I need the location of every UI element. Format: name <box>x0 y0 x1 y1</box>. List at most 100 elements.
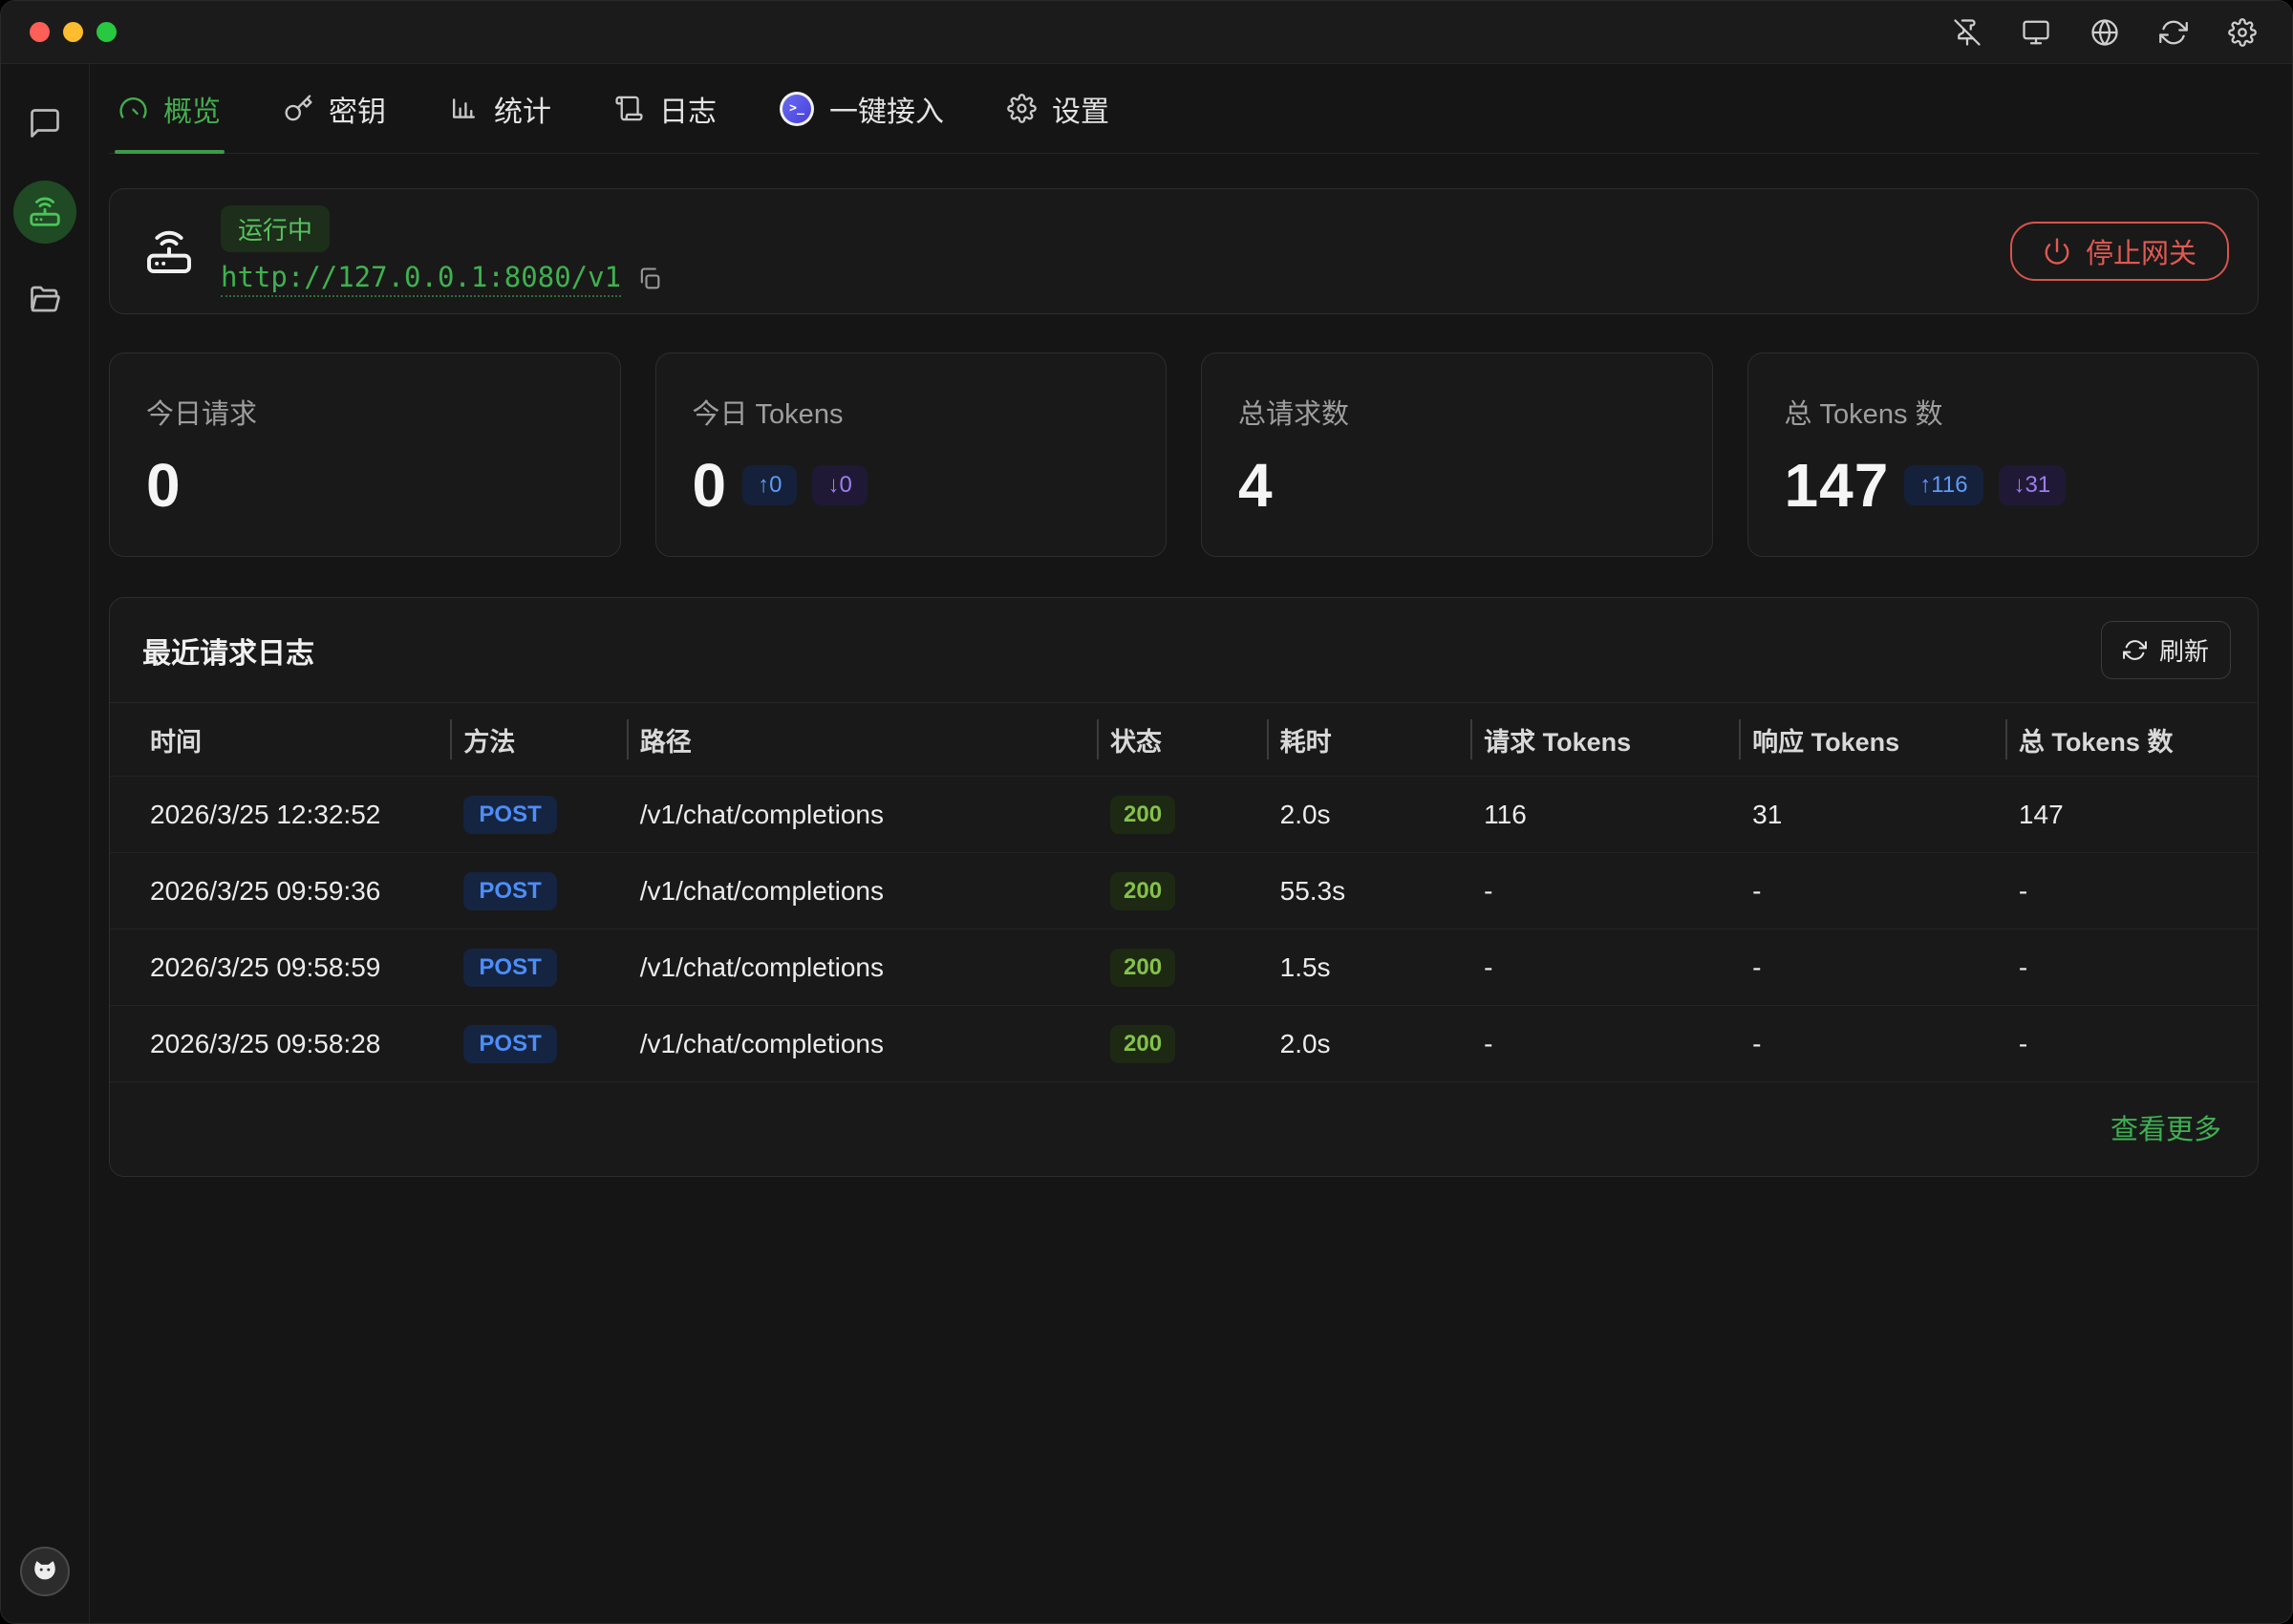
refresh-icon <box>2123 638 2147 662</box>
stat-label: 总 Tokens 数 <box>1785 392 2222 432</box>
power-icon <box>2043 237 2071 266</box>
stat-card-total-requests: 总请求数 4 <box>1201 353 1713 557</box>
cell-time: 2026/3/25 12:32:52 <box>110 800 460 830</box>
stat-card-total-tokens: 总 Tokens 数 147 ↑116 ↓31 <box>1747 353 2260 557</box>
cell-total-tokens: - <box>2015 876 2258 907</box>
stat-card-today-tokens: 今日 Tokens 0 ↑0 ↓0 <box>655 353 1168 557</box>
refresh-icon[interactable] <box>2158 17 2189 48</box>
status-badge: 运行中 <box>221 205 330 252</box>
sidebar <box>1 64 90 1623</box>
table-row[interactable]: 2026/3/25 09:58:59 POST /v1/chat/complet… <box>110 929 2258 1005</box>
stat-label: 今日请求 <box>146 392 584 432</box>
chat-bubble-icon <box>28 106 62 143</box>
tab-label: 一键接入 <box>829 88 944 130</box>
stat-value: 0 <box>146 455 182 516</box>
recent-logs-card: 最近请求日志 刷新 时间 方法 路径 状态 耗时 请求 Tokens 响应 T <box>109 597 2259 1177</box>
cell-res-tokens: 31 <box>1748 800 2015 830</box>
stat-value: 147 <box>1785 455 1890 516</box>
stat-card-today-requests: 今日请求 0 <box>109 353 621 557</box>
tab-overview[interactable]: 概览 <box>115 64 225 153</box>
cell-time: 2026/3/25 09:59:36 <box>110 876 460 907</box>
table-row[interactable]: 2026/3/25 09:58:28 POST /v1/chat/complet… <box>110 1005 2258 1081</box>
cell-res-tokens: - <box>1748 876 2015 907</box>
tab-quick-connect[interactable]: >_ 一键接入 <box>776 64 948 153</box>
globe-icon[interactable] <box>2089 17 2120 48</box>
status-badge: 200 <box>1110 949 1175 987</box>
sidebar-item-files[interactable] <box>17 272 73 328</box>
cell-time: 2026/3/25 09:58:28 <box>110 1029 460 1059</box>
tab-settings[interactable]: 设置 <box>1003 64 1113 153</box>
stat-label: 总请求数 <box>1238 392 1676 432</box>
logs-table: 时间 方法 路径 状态 耗时 请求 Tokens 响应 Tokens 总 Tok… <box>110 703 2258 1081</box>
pin-off-icon[interactable] <box>1952 17 1982 48</box>
cell-req-tokens: - <box>1480 876 1748 907</box>
cell-time: 2026/3/25 09:58:59 <box>110 952 460 983</box>
stop-gateway-button[interactable]: 停止网关 <box>2010 222 2229 281</box>
key-icon <box>284 94 313 123</box>
tokens-down-badge: ↓31 <box>1999 465 2067 505</box>
cell-path: /v1/chat/completions <box>636 952 1106 983</box>
stats-row: 今日请求 0 今日 Tokens 0 ↑0 ↓0 总请求数 <box>109 353 2259 557</box>
tabbar: 概览 密钥 统计 日志 <box>109 64 2259 154</box>
user-avatar[interactable] <box>20 1547 70 1596</box>
cell-total-tokens: 147 <box>2015 800 2258 830</box>
status-badge: 200 <box>1110 872 1175 910</box>
cell-total-tokens: - <box>2015 1029 2258 1059</box>
stat-value: 4 <box>1238 455 1274 516</box>
copy-icon[interactable] <box>636 266 663 292</box>
view-more-link[interactable]: 查看更多 <box>2111 1107 2221 1147</box>
col-status: 状态 <box>1106 721 1276 759</box>
method-badge: POST <box>463 796 556 834</box>
cell-req-tokens: 116 <box>1480 800 1748 830</box>
gateway-status-card: 运行中 http://127.0.0.1:8080/v1 停止网关 <box>109 188 2259 314</box>
close-window-button[interactable] <box>30 22 50 42</box>
status-badge: 200 <box>1110 1025 1175 1063</box>
tab-label: 统计 <box>494 88 551 130</box>
gateway-url-link[interactable]: http://127.0.0.1:8080/v1 <box>221 261 621 297</box>
table-row[interactable]: 2026/3/25 09:59:36 POST /v1/chat/complet… <box>110 852 2258 929</box>
cell-path: /v1/chat/completions <box>636 876 1106 907</box>
terminal-app-icon: >_ <box>780 92 814 126</box>
tab-stats[interactable]: 统计 <box>445 64 555 153</box>
cell-duration: 2.0s <box>1276 1029 1481 1059</box>
cell-total-tokens: - <box>2015 952 2258 983</box>
cell-req-tokens: - <box>1480 952 1748 983</box>
router-icon <box>27 193 63 232</box>
method-badge: POST <box>463 872 556 910</box>
router-icon <box>142 224 196 278</box>
col-total-tokens: 总 Tokens 数 <box>2015 721 2258 759</box>
gear-icon <box>1007 94 1037 123</box>
maximize-window-button[interactable] <box>96 22 117 42</box>
bar-chart-icon <box>449 94 479 123</box>
app-window: 概览 密钥 统计 日志 <box>0 0 2293 1624</box>
gateway-status-info: 运行中 http://127.0.0.1:8080/v1 <box>221 205 663 297</box>
refresh-button[interactable]: 刷新 <box>2101 621 2231 679</box>
tab-logs[interactable]: 日志 <box>611 64 720 153</box>
tab-label: 设置 <box>1052 88 1109 130</box>
col-res-tokens: 响应 Tokens <box>1748 721 2015 759</box>
titlebar <box>1 1 2292 64</box>
sidebar-item-chat[interactable] <box>17 96 73 152</box>
table-row[interactable]: 2026/3/25 12:32:52 POST /v1/chat/complet… <box>110 776 2258 852</box>
cell-req-tokens: - <box>1480 1029 1748 1059</box>
method-badge: POST <box>463 1025 556 1063</box>
col-method: 方法 <box>460 721 635 759</box>
gauge-icon <box>118 94 148 123</box>
tokens-up-badge: ↑0 <box>742 465 797 505</box>
col-path: 路径 <box>636 721 1106 759</box>
sidebar-item-gateway[interactable] <box>13 181 76 244</box>
stat-label: 今日 Tokens <box>693 392 1130 432</box>
cell-duration: 1.5s <box>1276 952 1481 983</box>
traffic-lights <box>30 22 117 42</box>
settings-icon[interactable] <box>2227 17 2258 48</box>
display-icon[interactable] <box>2021 17 2051 48</box>
minimize-window-button[interactable] <box>63 22 83 42</box>
cell-duration: 55.3s <box>1276 876 1481 907</box>
cell-res-tokens: - <box>1748 1029 2015 1059</box>
titlebar-actions <box>1952 17 2258 48</box>
cell-res-tokens: - <box>1748 952 2015 983</box>
col-time: 时间 <box>110 721 460 759</box>
tab-keys[interactable]: 密钥 <box>280 64 390 153</box>
col-duration: 耗时 <box>1276 721 1481 759</box>
tokens-down-badge: ↓0 <box>812 465 867 505</box>
